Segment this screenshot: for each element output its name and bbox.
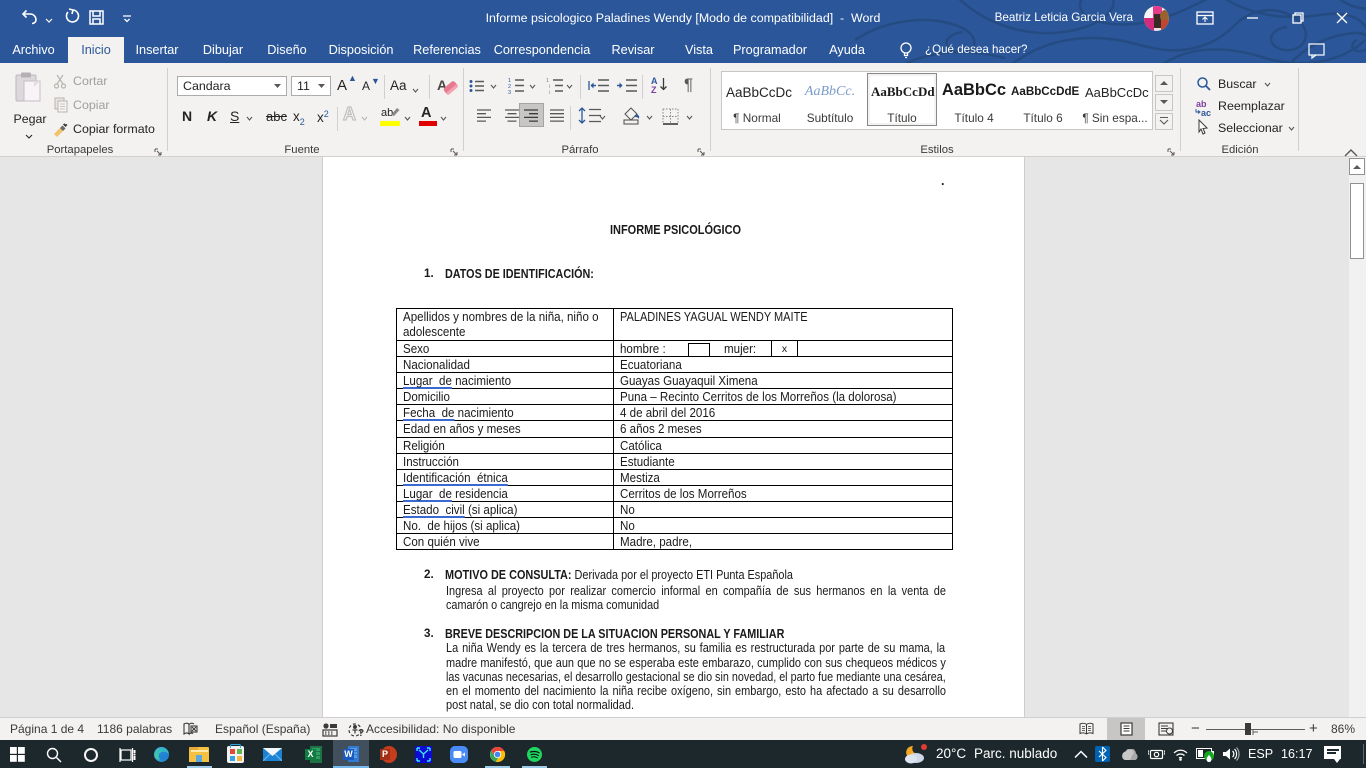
- svg-text:Z: Z: [651, 85, 657, 94]
- svg-text:3: 3: [508, 90, 511, 94]
- svg-text:?: ?: [358, 728, 364, 738]
- svg-text:ac: ac: [1201, 108, 1211, 117]
- svg-text:i: i: [549, 90, 550, 94]
